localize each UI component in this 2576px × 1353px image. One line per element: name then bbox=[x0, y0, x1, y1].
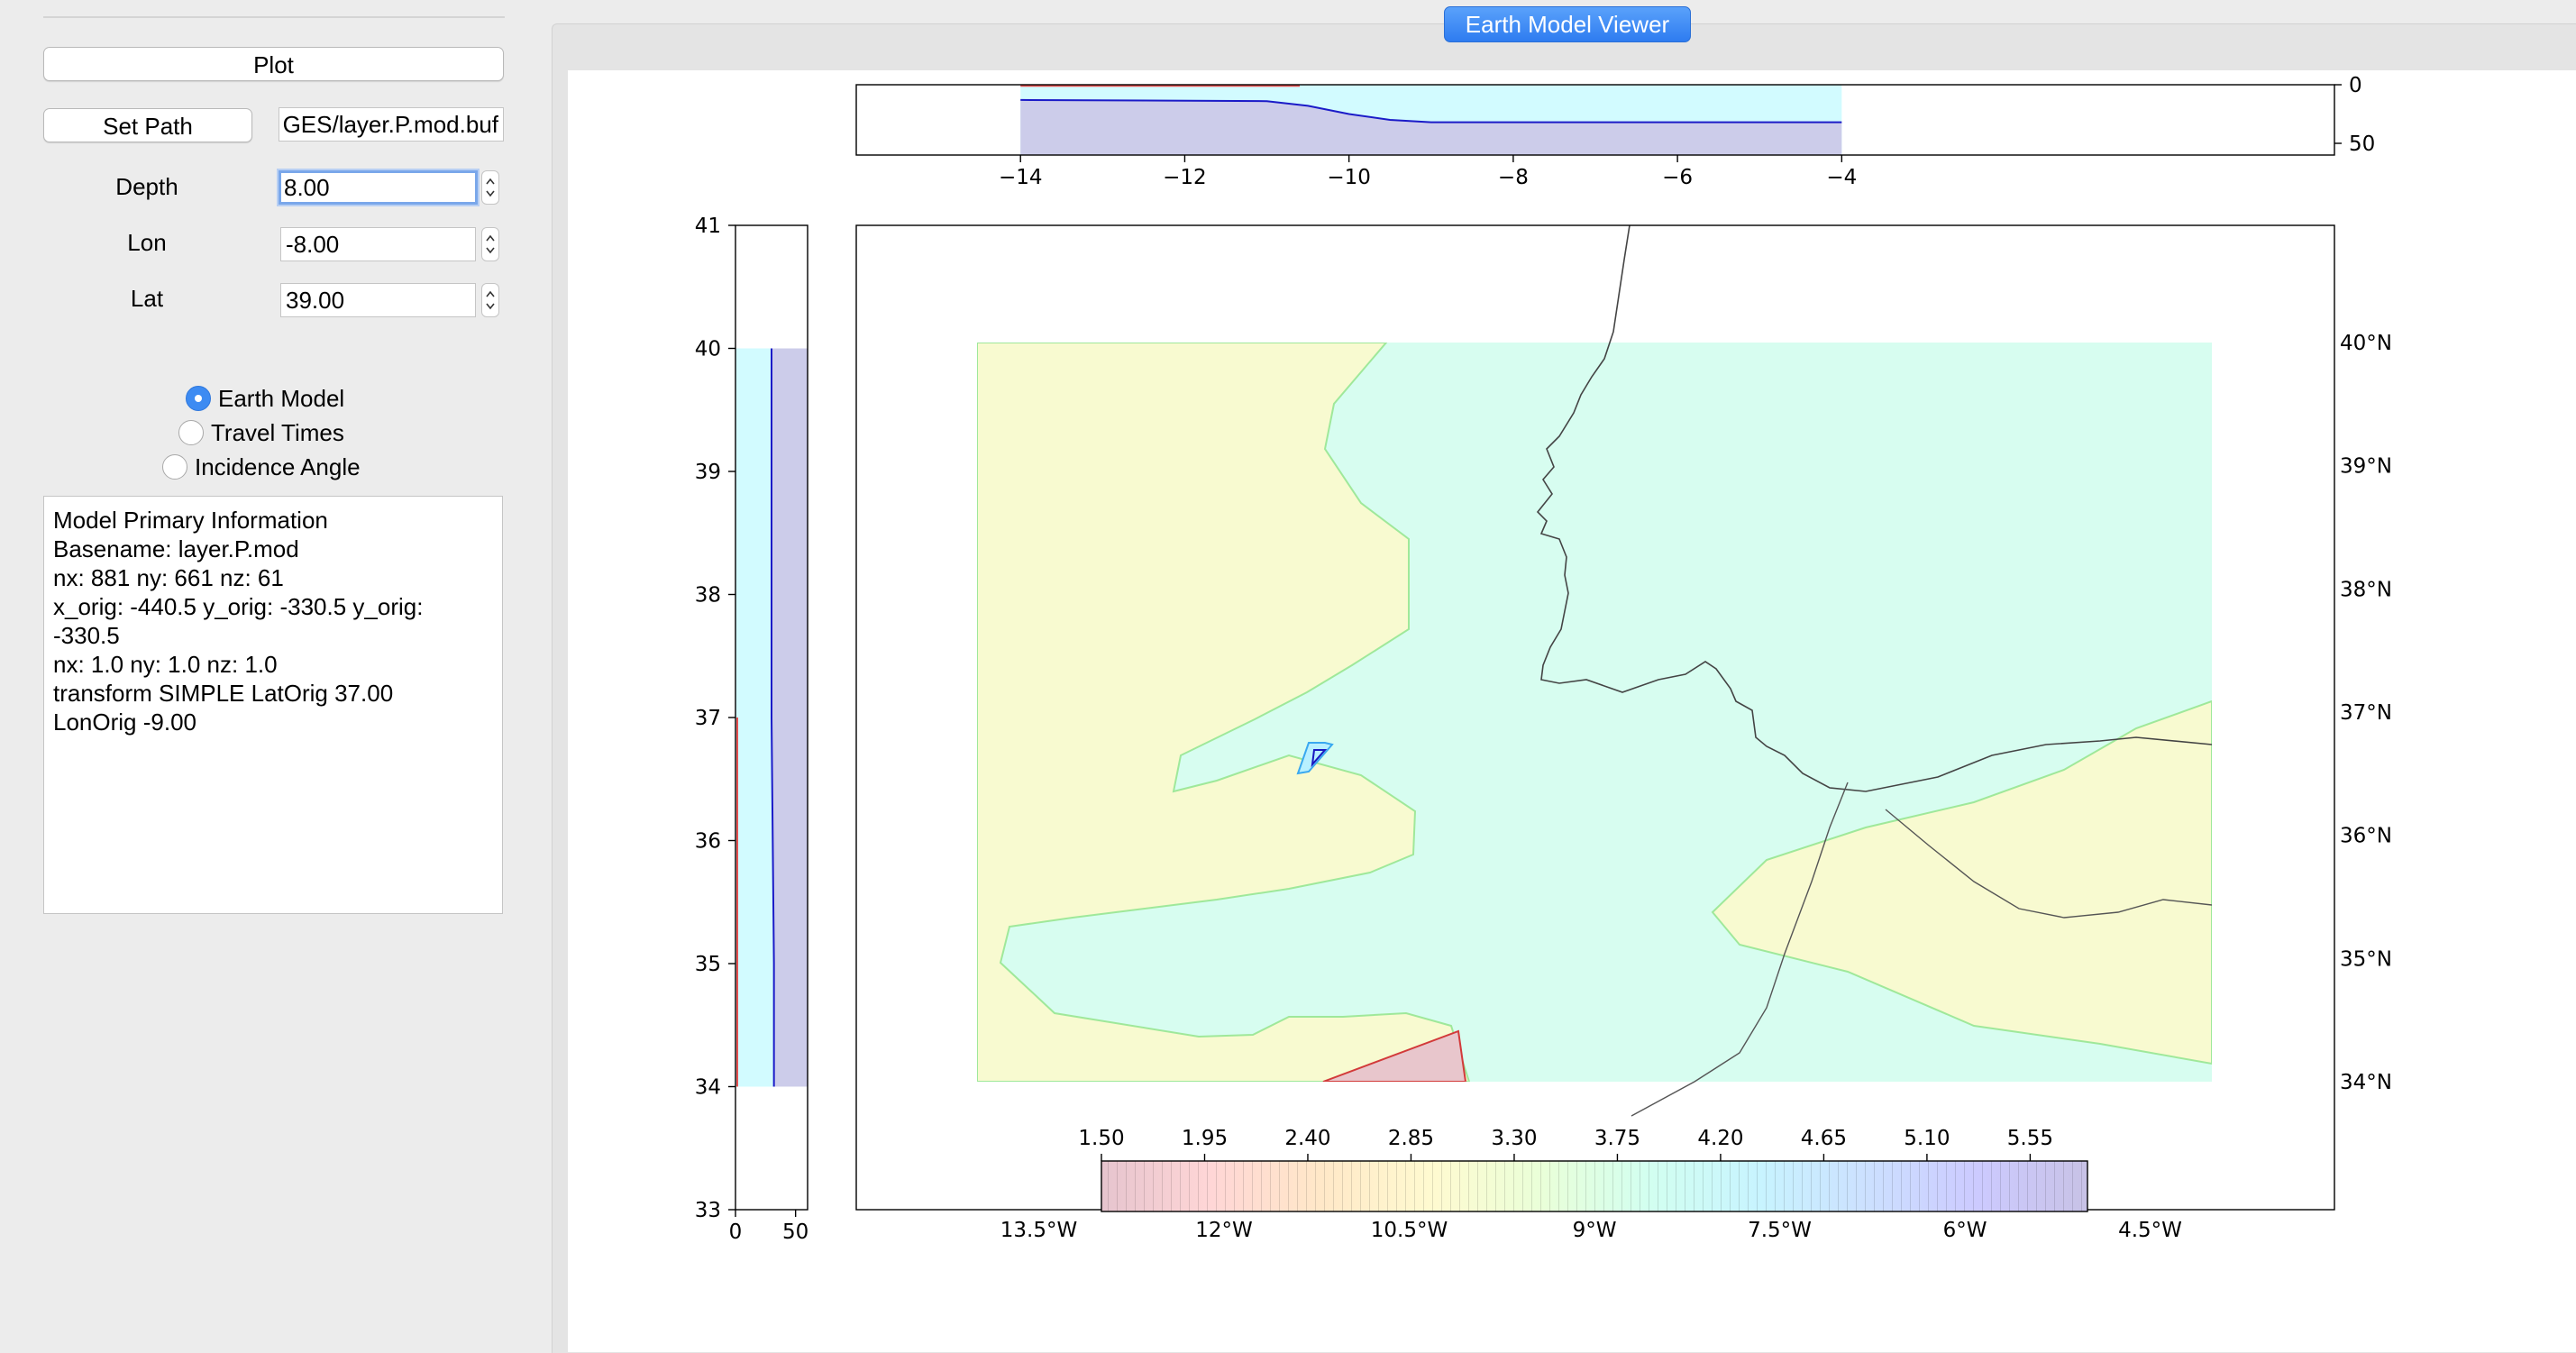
lon-tick-label: 4.5°W bbox=[2118, 1219, 2182, 1242]
y-tick-label: 33 bbox=[695, 1199, 721, 1222]
model-info-text[interactable]: Model Primary Information Basename: laye… bbox=[43, 496, 503, 914]
info-line: Model Primary Information bbox=[53, 507, 328, 534]
lat-tick-label: 35°N bbox=[2340, 947, 2392, 971]
x-tick-label: 50 bbox=[782, 1220, 808, 1244]
side-depth-profile: 33 34 35 36 37 38 39 40 41 0 50 bbox=[695, 215, 809, 1244]
lon-tick-label: 6°W bbox=[1943, 1219, 1987, 1242]
depth-stepper[interactable] bbox=[481, 170, 499, 205]
colorbar-tick-label: 5.10 bbox=[1904, 1127, 1950, 1150]
path-value: GES/layer.P.mod.buf bbox=[282, 111, 498, 138]
y-tick-label: 36 bbox=[695, 830, 721, 854]
plot-canvas: −14 −12 −10 −8 −6 −4 0 50 33 34 35 36 37 38 39 40 41 0 50… bbox=[568, 70, 2576, 1352]
path-field[interactable]: GES/layer.P.mod.buf bbox=[279, 107, 504, 142]
info-line: x_orig: -440.5 y_orig: -330.5 y_orig: bbox=[53, 593, 424, 620]
colorbar-bands bbox=[1101, 1161, 2087, 1211]
colorbar-tick-label: 3.30 bbox=[1491, 1127, 1537, 1150]
lon-tick-label: 12°W bbox=[1195, 1219, 1253, 1242]
colorbar: 1.50 1.95 2.40 2.85 3.30 3.75 4.20 4.65 5.10 5.55 bbox=[1078, 1127, 2088, 1212]
lat-tick-label: 37°N bbox=[2340, 701, 2392, 725]
radio-label: Incidence Angle bbox=[195, 453, 361, 480]
y-tick-label: 50 bbox=[2349, 133, 2375, 156]
radio-travel-times[interactable]: Travel Times bbox=[178, 417, 344, 448]
tab-earth-model-viewer[interactable]: Earth Model Viewer bbox=[1444, 6, 1691, 42]
radio-label: Travel Times bbox=[211, 418, 344, 446]
lat-stepper[interactable] bbox=[481, 283, 499, 317]
y-tick-label: 38 bbox=[695, 584, 721, 608]
colorbar-tick-label: 1.50 bbox=[1078, 1127, 1124, 1150]
radio-unselected-icon bbox=[162, 454, 187, 480]
info-line: LonOrig -9.00 bbox=[53, 708, 196, 736]
x-tick-label: −12 bbox=[1163, 166, 1207, 189]
lon-tick-label: 7.5°W bbox=[1748, 1219, 1812, 1242]
y-tick-label: 41 bbox=[695, 215, 721, 238]
x-tick-label: −4 bbox=[1826, 166, 1857, 189]
x-tick-label: −6 bbox=[1662, 166, 1693, 189]
colorbar-tick-label: 1.95 bbox=[1182, 1127, 1228, 1150]
lat-tick-label: 40°N bbox=[2340, 332, 2392, 355]
x-tick-label: −10 bbox=[1327, 166, 1371, 189]
colorbar-tick-label: 4.65 bbox=[1801, 1127, 1847, 1150]
info-line: nx: 1.0 ny: 1.0 nz: 1.0 bbox=[53, 651, 278, 678]
top-depth-section: −14 −12 −10 −8 −6 −4 0 50 bbox=[855, 74, 2375, 189]
y-tick-label: 37 bbox=[695, 707, 721, 730]
lon-stepper[interactable] bbox=[481, 227, 499, 261]
profile-fill-deep bbox=[772, 348, 808, 1087]
radio-earth-model[interactable]: Earth Model bbox=[186, 383, 344, 414]
lat-tick-label: 38°N bbox=[2340, 578, 2392, 601]
lat-label: Lat bbox=[130, 285, 164, 312]
colorbar-tick-label: 3.75 bbox=[1594, 1127, 1640, 1150]
figure: −14 −12 −10 −8 −6 −4 0 50 33 34 35 36 37 38 39 40 41 0 50… bbox=[695, 74, 2392, 1244]
lon-label: Lon bbox=[127, 229, 167, 256]
info-line: Basename: layer.P.mod bbox=[53, 535, 299, 562]
plot-button[interactable]: Plot bbox=[43, 47, 504, 81]
velocity-map: 13.5°W 12°W 10.5°W 9°W 7.5°W 6°W 4.5°W 34°N 35°N… bbox=[855, 224, 2392, 1242]
divider bbox=[43, 16, 505, 18]
lat-tick-label: 39°N bbox=[2340, 455, 2392, 479]
x-tick-label: 0 bbox=[729, 1220, 743, 1244]
depth-label: Depth bbox=[115, 173, 178, 200]
y-tick-label: 39 bbox=[695, 461, 721, 484]
colorbar-tick-label: 5.55 bbox=[2007, 1127, 2053, 1150]
lon-tick-label: 13.5°W bbox=[1000, 1219, 1077, 1242]
info-line: -330.5 bbox=[53, 622, 120, 649]
set-path-button[interactable]: Set Path bbox=[43, 108, 252, 142]
x-tick-label: −14 bbox=[999, 166, 1043, 189]
control-panel: Plot Set Path GES/layer.P.mod.buf Depth … bbox=[0, 0, 550, 1352]
y-tick-label: 35 bbox=[695, 953, 721, 976]
lon-field[interactable]: -8.00 bbox=[280, 227, 476, 261]
radio-selected-icon bbox=[186, 386, 211, 411]
y-tick-label: 0 bbox=[2349, 74, 2362, 97]
y-tick-label: 34 bbox=[695, 1076, 721, 1100]
lon-tick-label: 9°W bbox=[1573, 1219, 1617, 1242]
lat-tick-label: 34°N bbox=[2340, 1071, 2392, 1094]
stepper-arrows-icon bbox=[486, 178, 495, 197]
lat-field[interactable]: 39.00 bbox=[280, 283, 476, 317]
radio-incidence-angle[interactable]: Incidence Angle bbox=[162, 452, 361, 482]
colorbar-tick-label: 2.85 bbox=[1388, 1127, 1434, 1150]
info-line: nx: 881 ny: 661 nz: 61 bbox=[53, 564, 284, 591]
stepper-arrows-icon bbox=[486, 234, 495, 254]
radio-label: Earth Model bbox=[218, 384, 345, 412]
depth-field[interactable]: 8.00 bbox=[279, 170, 478, 205]
lat-tick-label: 36°N bbox=[2340, 825, 2392, 848]
lon-tick-label: 10.5°W bbox=[1371, 1219, 1448, 1242]
colorbar-tick-label: 2.40 bbox=[1284, 1127, 1330, 1150]
y-tick-label: 40 bbox=[695, 338, 721, 361]
radio-unselected-icon bbox=[178, 420, 204, 445]
x-tick-label: −8 bbox=[1498, 166, 1529, 189]
stepper-arrows-icon bbox=[486, 290, 495, 310]
info-line: transform SIMPLE LatOrig 37.00 bbox=[53, 680, 394, 707]
colorbar-tick-label: 4.20 bbox=[1697, 1127, 1743, 1150]
